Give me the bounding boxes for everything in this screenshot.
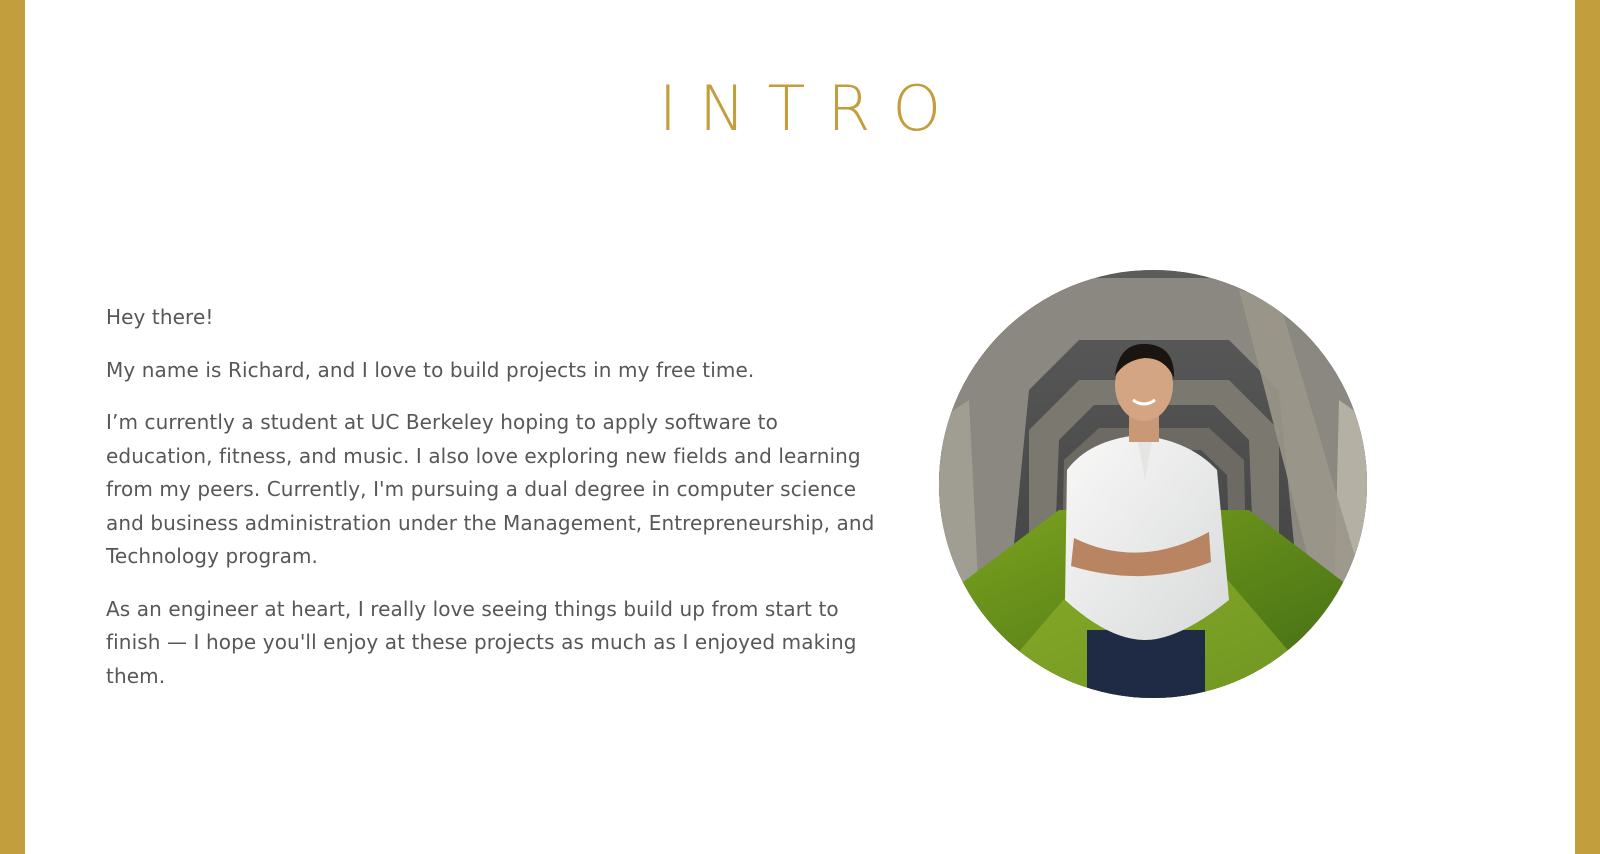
intro-greeting: Hey there! xyxy=(106,305,214,329)
intro-section: INTRO Hey there! My name is Richard, and… xyxy=(25,0,1575,854)
intro-education: I’m currently a student at UC Berkeley h… xyxy=(106,410,875,568)
profile-photo xyxy=(939,270,1367,698)
section-title: INTRO xyxy=(658,72,964,145)
intro-name: My name is Richard, and I love to build … xyxy=(106,357,755,382)
intro-closing: As an engineer at heart, I really love s… xyxy=(106,596,857,688)
portrait-illustration xyxy=(939,270,1367,698)
intro-text: Hey there! My name is Richard, and I lov… xyxy=(106,301,886,712)
